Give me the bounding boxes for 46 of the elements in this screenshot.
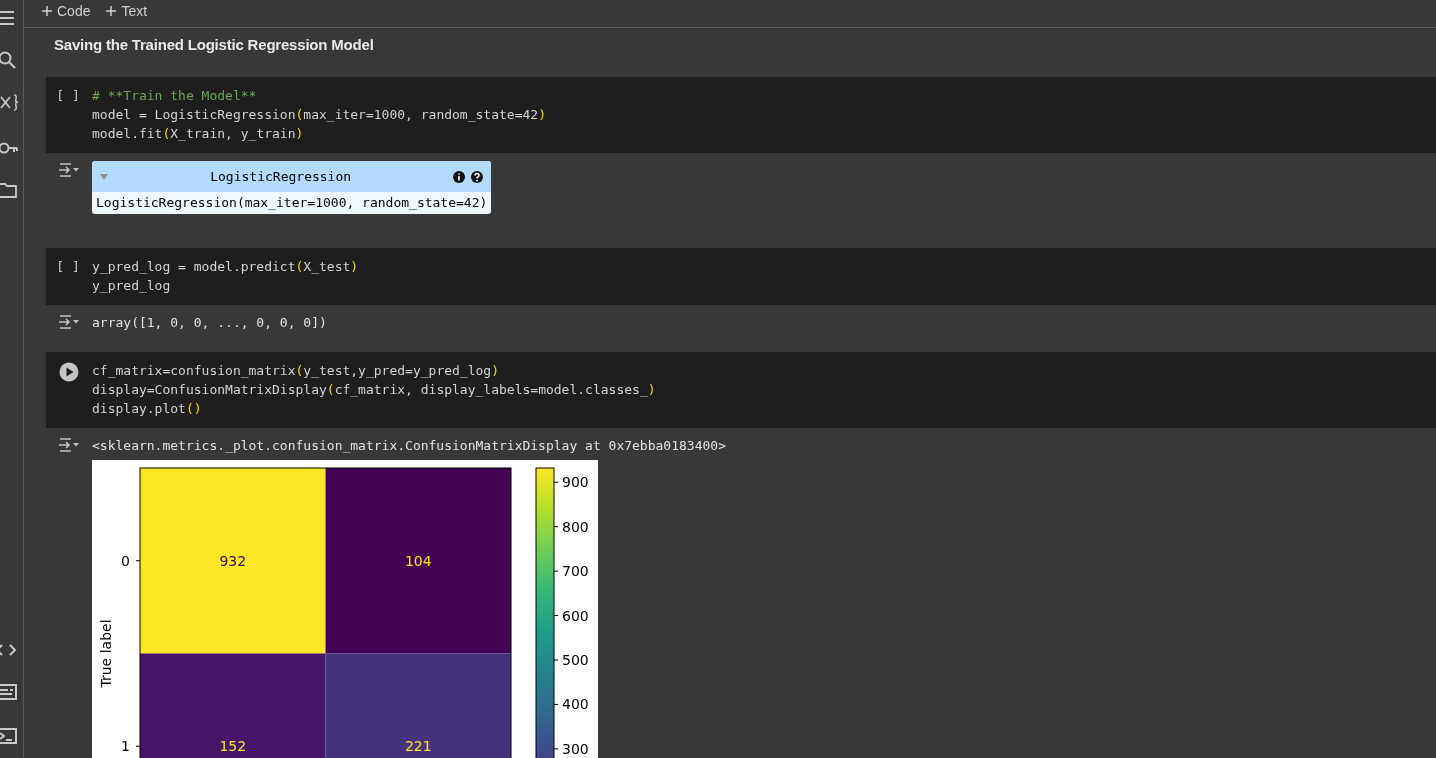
cell-value: 932 [219,552,247,569]
add-code-button[interactable]: Code [38,2,95,19]
code-cell[interactable]: [ ] y_pred_log = model.predict(X_test) y_pred_log [46,248,1436,305]
code-cell[interactable]: [ ] # **Train the Model** model = LogisticRegression(max_iter=1000, random_state=42) model.fit(X_train, y_train) [46,77,1436,153]
colorbar-tick-label: 900 [562,474,589,491]
execution-prompt[interactable]: [ ] [56,257,80,295]
cell-value: 104 [404,552,432,569]
output-text: array([1, 0, 0, ..., 0, 0, 0]) [92,314,327,332]
axis-tick-label: 0 [121,552,130,569]
output-text: <sklearn.metrics._plot.confusion_matrix.ConfusionMatrixDisplay at 0x7ebba0183400> [92,437,726,455]
code-line: display=ConfusionMatrixDisplay(cf_matrix, display_labels=model.classes_) [92,381,656,399]
code-line: display.plot() [92,400,203,418]
code-cell[interactable]: cf_matrix=confusion_matrix(y_test,y_pred=y_pred_log) display=ConfusionMatrixDisplay(cf_matrix, display_labels=model.classes_) display.plot() [46,352,1436,428]
output-toggle-icon[interactable] [58,314,80,330]
colorbar-tick-label: 400 [562,696,589,713]
code-line: y_pred_log = model.predict(X_test) [92,258,359,276]
section-heading: Saving the Trained Logistic Regression Model [54,36,374,54]
code-comment: # **Train the Model** [92,87,258,105]
colorbar-tick-label: 600 [562,607,589,624]
plus-icon [106,5,117,16]
code-line: model = LogisticRegression(max_iter=1000, random_state=42) [92,106,546,124]
plus-icon [42,5,52,16]
info-icon[interactable] [453,170,466,183]
cell-value: 152 [219,738,247,755]
execution-prompt[interactable]: [ ] [56,86,80,143]
variables-icon[interactable] [0,92,18,112]
folder-icon[interactable] [0,180,18,200]
terminal-icon[interactable] [0,726,18,746]
output-toggle-icon[interactable] [58,162,80,178]
add-text-button[interactable]: Text [102,2,152,19]
colorbar-tick-label: 700 [562,563,589,580]
colorbar-tick-label: 500 [562,652,589,668]
code-line: cf_matrix=confusion_matrix(y_test,y_pred=y_pred_log) [92,362,500,380]
colorbar-tick-label: 800 [562,518,589,535]
cell-value: 221 [404,738,432,755]
axis-label: True label [98,619,114,688]
estimator-repr: LogisticRegression(max_iter=1000, random_state=42) [95,194,489,212]
command-palette-icon[interactable] [0,682,18,702]
code-line: y_pred_log [92,277,172,295]
code-line: model.fit(X_train, y_train) [92,125,305,143]
search-icon[interactable] [0,50,18,70]
colorbar-tick-label: 300 [562,740,589,757]
axis-tick-label: 1 [121,738,130,755]
run-button-icon[interactable] [59,362,79,382]
output-toggle-icon[interactable] [58,437,80,453]
help-icon[interactable] [471,170,484,183]
